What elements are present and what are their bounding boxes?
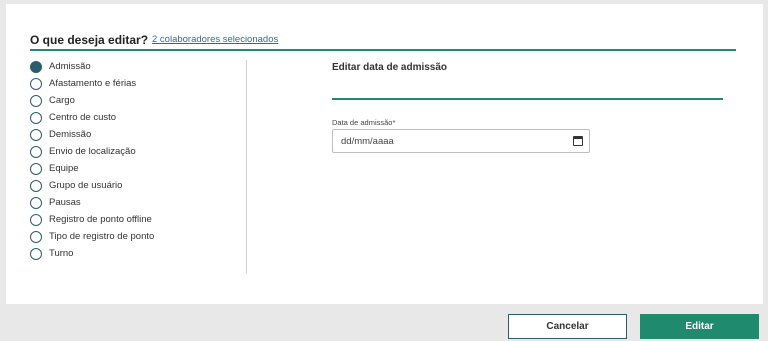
option-label: Registro de ponto offline — [49, 214, 152, 225]
option-demissao[interactable]: Demissão — [30, 126, 230, 143]
radio-icon[interactable] — [30, 230, 42, 243]
radio-icon[interactable] — [30, 179, 42, 192]
option-centro-de-custo[interactable]: Centro de custo — [30, 109, 230, 126]
option-tipo-registro-ponto[interactable]: Tipo de registro de ponto — [30, 228, 230, 245]
vertical-divider — [246, 60, 247, 273]
option-label: Turno — [49, 248, 74, 259]
option-grupo-de-usuario[interactable]: Grupo de usuário — [30, 177, 230, 194]
radio-icon[interactable] — [30, 145, 42, 158]
radio-icon[interactable] — [30, 94, 42, 107]
radio-icon[interactable] — [30, 128, 42, 141]
radio-icon[interactable] — [30, 111, 42, 124]
option-label: Tipo de registro de ponto — [49, 231, 155, 242]
option-registro-ponto-offline[interactable]: Registro de ponto offline — [30, 211, 230, 228]
date-placeholder: dd/mm/aaaa — [341, 136, 394, 147]
admission-date-label: Data de admissão* — [332, 118, 396, 127]
option-equipe[interactable]: Equipe — [30, 160, 230, 177]
option-afastamento-ferias[interactable]: Afastamento e férias — [30, 75, 230, 92]
option-label: Equipe — [49, 163, 79, 174]
section-header: O que deseja editar? 2 colaboradores sel… — [30, 33, 736, 51]
option-label: Afastamento e férias — [49, 78, 137, 89]
radio-icon[interactable] — [30, 213, 42, 226]
panel-divider — [332, 98, 723, 100]
cancel-button[interactable]: Cancelar — [508, 314, 627, 339]
option-label: Demissão — [49, 129, 92, 140]
selected-employees-link[interactable]: 2 colaboradores selecionados — [152, 34, 278, 45]
radio-icon[interactable] — [30, 247, 42, 260]
option-envio-localizacao[interactable]: Envio de localização — [30, 143, 230, 160]
option-label: Admissão — [49, 61, 91, 72]
edit-options-list: Admissão Afastamento e férias Cargo Cent… — [30, 58, 230, 262]
page-title: O que deseja editar? — [30, 33, 149, 47]
radio-icon[interactable] — [30, 162, 42, 175]
option-admissao[interactable]: Admissão — [30, 58, 230, 75]
option-label: Centro de custo — [49, 112, 117, 123]
radio-icon[interactable] — [30, 60, 42, 73]
option-label: Cargo — [49, 95, 75, 106]
option-label: Grupo de usuário — [49, 180, 123, 191]
edit-button[interactable]: Editar — [640, 314, 759, 339]
option-label: Pausas — [49, 197, 81, 208]
option-turno[interactable]: Turno — [30, 245, 230, 262]
option-cargo[interactable]: Cargo — [30, 92, 230, 109]
option-pausas[interactable]: Pausas — [30, 194, 230, 211]
calendar-icon[interactable] — [573, 136, 583, 146]
admission-date-input[interactable]: dd/mm/aaaa — [332, 129, 590, 153]
panel-title: Editar data de admissão — [332, 62, 448, 73]
radio-icon[interactable] — [30, 196, 42, 209]
radio-icon[interactable] — [30, 77, 42, 90]
option-label: Envio de localização — [49, 146, 136, 157]
